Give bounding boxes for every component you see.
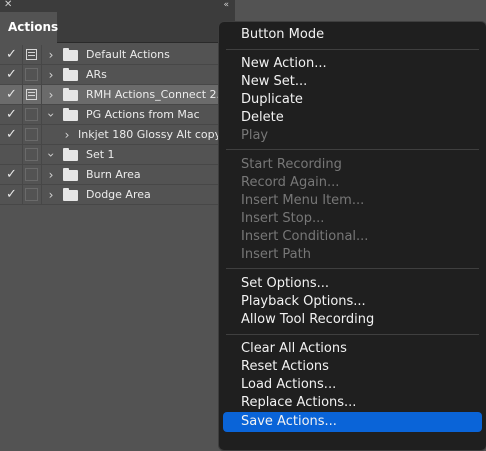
folder-icon [63,148,78,161]
actions-panel: ✕ « Actions ✓ › Default Actions ✓ › ARs … [0,0,235,440]
toggle-checkmark-icon[interactable]: ✓ [6,86,20,103]
toggle-checkmark-icon[interactable]: ✓ [6,106,20,123]
collapse-panel-icon[interactable]: « [223,0,229,11]
toggle-checkmark-icon[interactable]: ✓ [6,46,20,63]
menu-item-playback-options[interactable]: Playback Options... [241,293,366,311]
toggle-checkmark-icon[interactable]: ✓ [6,186,20,203]
chevron-right-icon[interactable]: › [46,45,56,65]
action-set-row[interactable]: › Set 1 [0,145,235,165]
folder-icon [63,168,78,181]
action-set-label: ARs [86,68,107,81]
action-set-row[interactable]: ✓ › PG Actions from Mac [0,105,235,125]
menu-divider [226,149,479,150]
dialog-toggle-empty[interactable] [25,128,38,141]
action-set-row-selected[interactable]: ✓ › RMH Actions_Connect 2... [0,85,235,105]
close-icon[interactable]: ✕ [4,0,12,11]
menu-item-record-again: Record Again... [241,175,340,190]
panel-flyout-menu: Button Mode New Action... New Set... Dup… [218,21,486,451]
chevron-right-icon[interactable]: › [46,185,56,205]
dialog-toggle-empty[interactable] [25,188,38,201]
action-set-row[interactable]: ✓ › Dodge Area [0,185,235,205]
menu-item-set-options[interactable]: Set Options... [241,275,329,293]
dialog-toggle-empty[interactable] [25,68,38,81]
menu-item-insert-stop: Insert Stop... [241,211,325,226]
toggle-checkmark-icon[interactable]: ✓ [6,166,20,183]
panel-topbar: ✕ « [0,0,235,12]
menu-item-allow-tool-recording[interactable]: Allow Tool Recording [241,311,374,329]
menu-item-start-recording: Start Recording [241,157,342,172]
chevron-right-icon[interactable]: › [46,165,56,185]
menu-item-delete[interactable]: Delete [241,109,284,127]
menu-divider [226,49,479,50]
action-set-row[interactable]: ✓ › Burn Area [0,165,235,185]
folder-icon [63,108,78,121]
action-set-row[interactable]: ✓ › Default Actions [0,45,235,65]
chevron-right-icon[interactable]: › [62,125,72,145]
menu-item-button-mode[interactable]: Button Mode [241,26,324,44]
folder-icon [63,88,78,101]
menu-item-duplicate[interactable]: Duplicate [241,91,303,109]
menu-item-insert-path: Insert Path [241,247,311,262]
action-set-label: Dodge Area [86,188,151,201]
chevron-down-icon[interactable]: › [41,150,61,160]
menu-item-insert-conditional: Insert Conditional... [241,229,369,244]
action-set-label: Set 1 [86,148,115,161]
menu-item-play: Play [241,128,269,143]
action-set-label: PG Actions from Mac [86,108,200,121]
dialog-toggle-empty[interactable] [25,148,38,161]
chevron-down-icon[interactable]: › [41,110,61,120]
menu-item-reset-actions[interactable]: Reset Actions [241,358,329,376]
menu-divider [226,268,479,269]
action-set-label: Default Actions [86,48,170,61]
menu-item-new-set[interactable]: New Set... [241,73,307,91]
toggle-checkmark-empty[interactable] [6,146,20,163]
folder-icon [63,188,78,201]
panel-tab-bar: Actions [0,12,235,43]
menu-item-replace-actions[interactable]: Replace Actions... [241,394,356,412]
action-set-row[interactable]: ✓ › ARs [0,65,235,85]
menu-divider [226,334,479,335]
action-label: Inkjet 180 Glossy Alt copy [78,128,222,141]
action-set-label: RMH Actions_Connect 2... [86,88,228,101]
folder-icon [63,68,78,81]
menu-item-new-action[interactable]: New Action... [241,55,327,73]
dialog-toggle-empty[interactable] [25,168,38,181]
menu-item-save-actions[interactable]: Save Actions... [241,413,337,431]
toggle-checkmark-icon[interactable]: ✓ [6,126,20,143]
menu-item-insert-menu-item: Insert Menu Item... [241,193,365,208]
tab-actions[interactable]: Actions [0,12,58,43]
menu-item-load-actions[interactable]: Load Actions... [241,376,336,394]
chevron-right-icon[interactable]: › [46,85,56,105]
chevron-right-icon[interactable]: › [46,65,56,85]
actions-list: ✓ › Default Actions ✓ › ARs ✓ › RMH Acti… [0,45,235,205]
menu-item-clear-all-actions[interactable]: Clear All Actions [241,340,347,358]
dialog-toggle-icon[interactable] [26,49,37,60]
dialog-toggle-empty[interactable] [25,108,38,121]
dialog-toggle-icon[interactable] [26,89,37,100]
folder-icon [63,48,78,61]
action-set-label: Burn Area [86,168,141,181]
action-row[interactable]: ✓ › Inkjet 180 Glossy Alt copy [0,125,235,145]
toggle-checkmark-icon[interactable]: ✓ [6,66,20,83]
